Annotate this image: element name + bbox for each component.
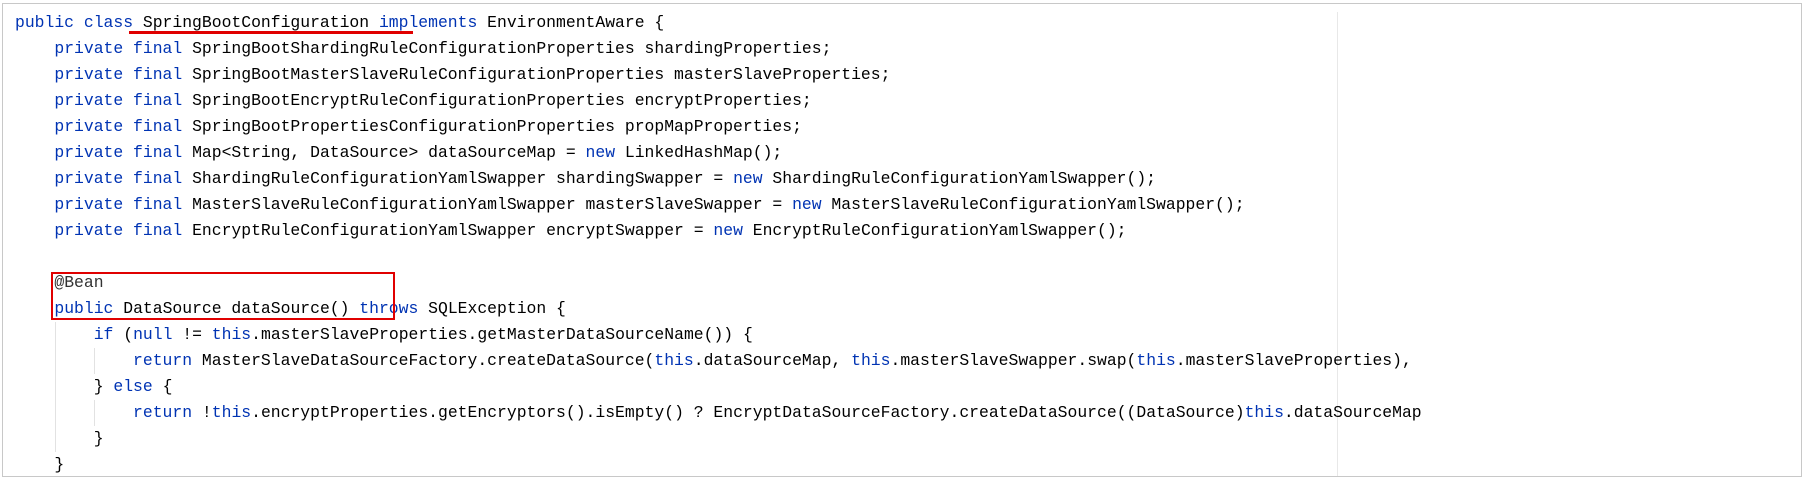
keyword-token: this [211, 325, 252, 344]
code-line[interactable]: } [15, 426, 1579, 452]
code-token: ( [113, 325, 134, 344]
keyword-token: private final [54, 169, 183, 188]
code-token: } [15, 377, 114, 396]
code-token: ! [192, 403, 212, 422]
code-token: .masterSlaveProperties), [1175, 351, 1412, 370]
keyword-token: public class [15, 13, 143, 32]
code-token: .masterSlaveProperties.getMasterDataSour… [251, 325, 753, 344]
code-token: .dataSourceMap, [693, 351, 852, 370]
code-line[interactable]: private final ShardingRuleConfigurationY… [15, 166, 1579, 192]
code-token: SpringBootShardingRuleConfigurationPrope… [182, 39, 832, 58]
keyword-token: new [792, 195, 822, 214]
code-token: EnvironmentAware { [477, 13, 665, 32]
code-line[interactable]: private final EncryptRuleConfigurationYa… [15, 218, 1579, 244]
code-token: SpringBootPropertiesConfigurationPropert… [182, 117, 802, 136]
keyword-token: this [851, 351, 891, 370]
code-token: SpringBootEncryptRuleConfigurationProper… [182, 91, 812, 110]
code-token: { [152, 377, 173, 396]
code-editor-frame: public class SpringBootConfiguration imp… [2, 3, 1802, 477]
code-line[interactable]: return MasterSlaveDataSourceFactory.crea… [15, 348, 1579, 374]
code-token: MasterSlaveRuleConfigurationYamlSwapper … [182, 195, 793, 214]
code-token: SpringBootMasterSlaveRuleConfigurationPr… [182, 65, 891, 84]
keyword-token: this [211, 403, 252, 422]
keyword-token: private final [54, 195, 183, 214]
code-token: Map<String, DataSource> dataSourceMap = [182, 143, 586, 162]
code-line[interactable]: private final SpringBootPropertiesConfig… [15, 114, 1579, 140]
indent-guide [54, 322, 56, 348]
code-token: } [15, 429, 104, 448]
code-token: } [15, 455, 65, 474]
code-token: EncryptRuleConfigurationYamlSwapper(); [742, 221, 1127, 240]
code-token: != [172, 325, 212, 344]
keyword-token: private final [54, 221, 183, 240]
indent-guide [54, 400, 56, 426]
red-underline-annotation [129, 31, 413, 34]
keyword-token: private final [54, 65, 183, 84]
code-token: ShardingRuleConfigurationYamlSwapper(); [762, 169, 1157, 188]
red-box-annotation [51, 272, 395, 320]
indent-guide [94, 348, 96, 374]
code-token: MasterSlaveRuleConfigurationYamlSwapper(… [821, 195, 1245, 214]
keyword-token: this [1136, 351, 1176, 370]
keyword-token: new [733, 169, 763, 188]
code-line[interactable]: if (null != this.masterSlaveProperties.g… [15, 322, 1579, 348]
keyword-token: private final [54, 39, 183, 58]
code-line[interactable]: } [15, 452, 1579, 476]
code-token: SpringBootConfiguration [142, 13, 370, 32]
indent-guide [94, 400, 96, 426]
code-token: LinkedHashMap(); [615, 143, 783, 162]
indent-guide [54, 374, 56, 400]
code-line[interactable]: private final Map<String, DataSource> da… [15, 140, 1579, 166]
keyword-token: new [713, 221, 743, 240]
keyword-token: private final [54, 117, 183, 136]
code-token: EncryptRuleConfigurationYamlSwapper encr… [182, 221, 714, 240]
code-editor[interactable]: public class SpringBootConfiguration imp… [15, 10, 1579, 476]
code-line[interactable]: return !this.encryptProperties.getEncryp… [15, 400, 1579, 426]
keyword-token: this [1244, 403, 1284, 422]
code-token: MasterSlaveDataSourceFactory.createDataS… [192, 351, 655, 370]
indent-guide [54, 426, 56, 452]
keyword-token: this [654, 351, 694, 370]
keyword-token: else [113, 377, 153, 396]
code-token: .dataSourceMap [1283, 403, 1422, 422]
indent-guide [54, 348, 56, 374]
code-token: .encryptProperties.getEncryptors().isEmp… [251, 403, 1245, 422]
code-line[interactable]: private final SpringBootEncryptRuleConfi… [15, 88, 1579, 114]
keyword-token: return [133, 351, 193, 370]
code-token: ShardingRuleConfigurationYamlSwapper sha… [182, 169, 734, 188]
keyword-token: implements [378, 13, 478, 32]
code-line[interactable]: } else { [15, 374, 1579, 400]
keyword-token: private final [54, 143, 183, 162]
keyword-token: if [93, 325, 114, 344]
code-line[interactable] [15, 244, 1579, 270]
keyword-token: return [133, 403, 193, 422]
code-line[interactable]: private final SpringBootMasterSlaveRuleC… [15, 62, 1579, 88]
keyword-token: private final [54, 91, 183, 110]
code-token: SQLException { [418, 299, 566, 318]
keyword-token: new [585, 143, 616, 162]
code-line[interactable]: private final SpringBootShardingRuleConf… [15, 36, 1579, 62]
code-token: .masterSlaveSwapper.swap( [890, 351, 1137, 370]
keyword-token: null [133, 325, 173, 344]
code-line[interactable]: private final MasterSlaveRuleConfigurati… [15, 192, 1579, 218]
